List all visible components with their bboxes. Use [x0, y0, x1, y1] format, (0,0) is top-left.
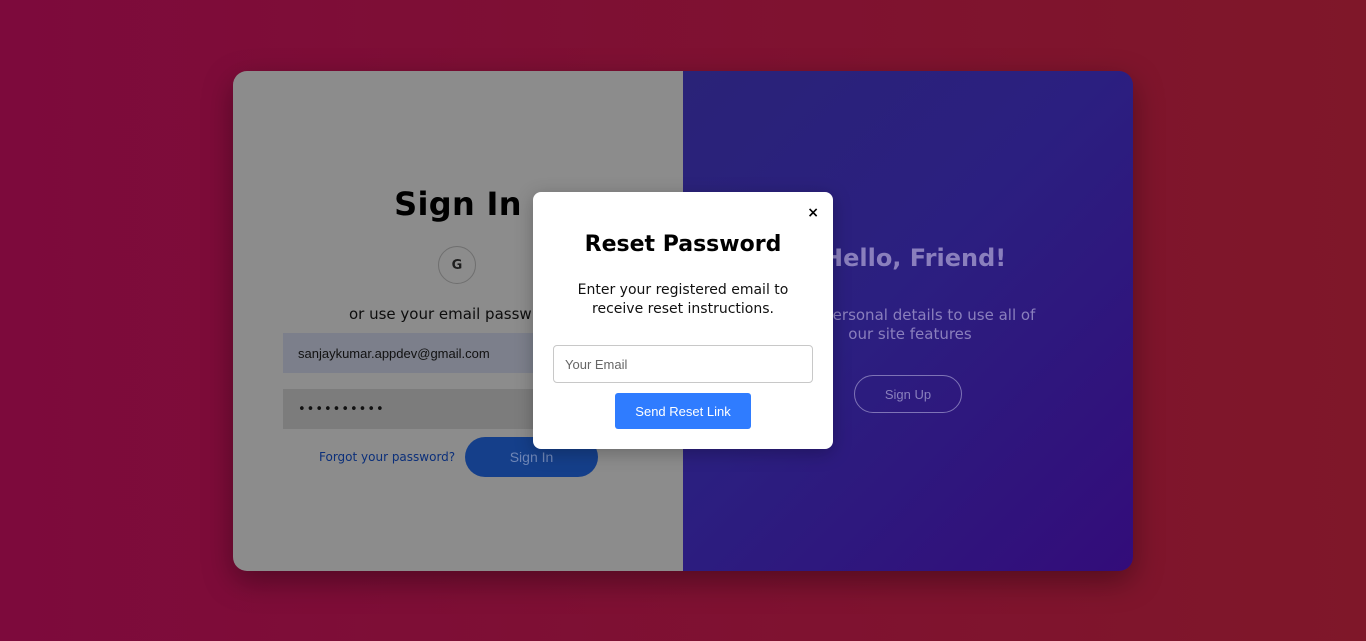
- reset-email-input[interactable]: [553, 345, 813, 383]
- google-sign-in-button[interactable]: G: [438, 246, 476, 284]
- forgot-password-link[interactable]: Forgot your password?: [319, 450, 455, 464]
- email-option-text: or use your email passw: [349, 305, 532, 323]
- reset-password-modal: × Reset Password Enter your registered e…: [533, 192, 833, 449]
- sign-up-button[interactable]: Sign Up: [854, 375, 962, 413]
- close-icon[interactable]: ×: [807, 204, 819, 222]
- google-icon: G: [451, 257, 463, 273]
- welcome-title: Hello, Friend!: [823, 244, 1007, 272]
- send-reset-link-button[interactable]: Send Reset Link: [615, 393, 751, 429]
- modal-description: Enter your registered email to receive r…: [577, 282, 789, 317]
- modal-title: Reset Password: [584, 232, 782, 257]
